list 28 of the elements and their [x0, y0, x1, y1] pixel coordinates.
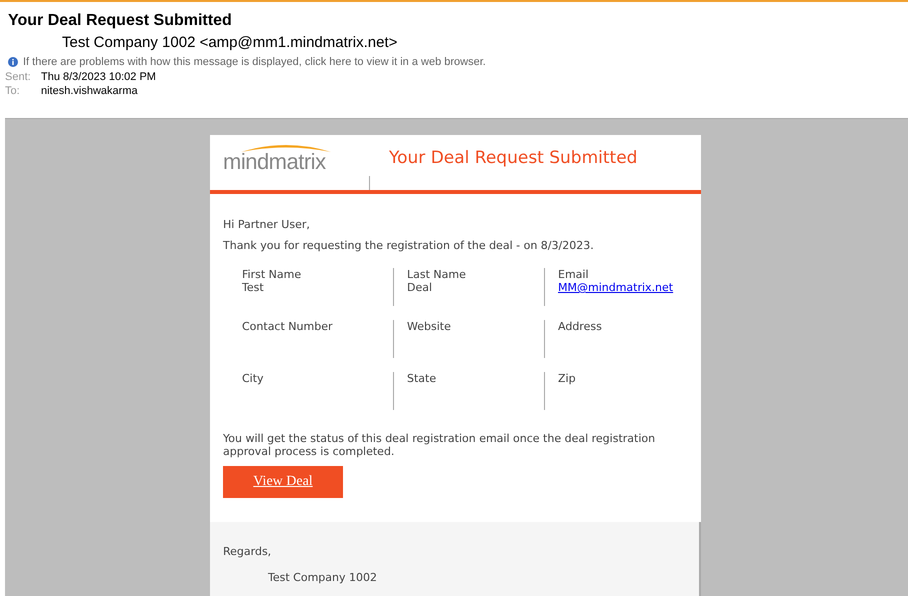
field-label: Address [558, 320, 602, 333]
greeting-text: Hi Partner User, [223, 218, 311, 231]
sender: Test Company 1002 <amp@mm1.mindmatrix.net> [62, 34, 398, 51]
field-label: City [242, 372, 264, 385]
field-label: Zip [558, 372, 576, 385]
intro-text: Thank you for requesting the registration of the deal - on 8/3/2023. [223, 239, 595, 252]
field-label: State [407, 372, 436, 385]
signature-text: Test Company 1002 [267, 571, 378, 584]
meta-value: nitesh.vishwakarma [41, 85, 139, 97]
field-value: Deal [407, 281, 432, 294]
regards-text: Regards, [223, 545, 272, 558]
field-value: Test [242, 281, 264, 294]
email-subject: Your Deal Request Submitted [8, 12, 232, 30]
email-title: Your Deal Request Submitted [389, 148, 638, 168]
field-label: Website [407, 320, 451, 333]
field-label: Last Name [407, 268, 466, 281]
email-link[interactable]: MM@mindmatrix.net [558, 281, 674, 294]
info-bar-link[interactable]: If there are problems with how this message is displayed, click here to view it in a web browser. [23, 56, 486, 68]
field-label: Contact Number [242, 320, 332, 333]
view-deal-button[interactable]: View Deal [223, 466, 343, 498]
meta-label: To: [5, 85, 21, 97]
logo-wordmark: mindmatrix [223, 149, 326, 175]
field-label: First Name [242, 268, 302, 281]
info-icon [8, 57, 18, 67]
meta-label: Sent: [5, 71, 32, 83]
field-label: Email [558, 268, 589, 281]
meta-value: Thu 8/3/2023 10:02 PM [41, 71, 157, 83]
status-note: You will get the status of this deal registration email once the deal registration approval process is completed. [223, 432, 656, 458]
